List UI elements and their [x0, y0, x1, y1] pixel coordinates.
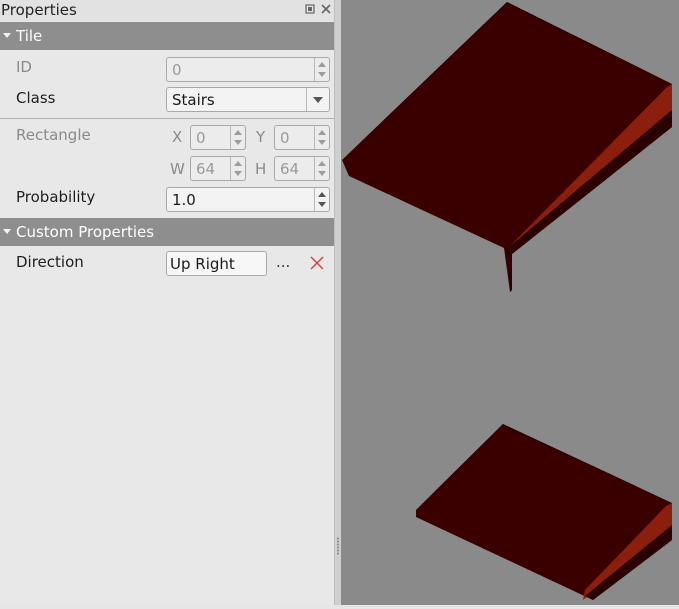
h-spinner: [314, 157, 329, 180]
tile-bottom: [416, 424, 672, 600]
id-value: 0: [172, 61, 182, 79]
more-button[interactable]: ...: [276, 253, 290, 271]
close-icon[interactable]: [320, 3, 332, 15]
x-value: 0: [196, 129, 206, 147]
divider: [0, 118, 334, 119]
direction-field[interactable]: Up Right: [166, 251, 267, 276]
chevron-down-icon: [3, 229, 11, 234]
probability-value: 1.0: [172, 191, 196, 209]
tile-group-label: Tile: [16, 27, 43, 45]
chevron-down-icon: [3, 33, 11, 38]
float-icon[interactable]: [304, 3, 316, 15]
remove-property-icon[interactable]: [309, 255, 325, 271]
h-label: H: [255, 160, 267, 178]
id-label: ID: [16, 58, 32, 76]
id-field: 0: [166, 57, 330, 82]
rectangle-label: Rectangle: [16, 126, 91, 144]
tile-group-header[interactable]: Tile: [0, 22, 334, 50]
class-combobox[interactable]: Stairs: [166, 87, 330, 112]
id-spinner: [314, 58, 329, 81]
class-label: Class: [16, 89, 56, 107]
y-field: 0: [274, 125, 330, 150]
panel-splitter[interactable]: [334, 0, 341, 605]
direction-label: Direction: [16, 253, 84, 271]
tile-top: [342, 2, 672, 292]
x-spinner: [230, 126, 245, 149]
probability-label: Probability: [16, 188, 96, 206]
class-value: Stairs: [172, 91, 215, 109]
custom-properties-header[interactable]: Custom Properties: [0, 218, 334, 246]
h-field: 64: [274, 156, 330, 181]
probability-spinner[interactable]: [314, 188, 329, 211]
w-label: W: [170, 160, 185, 178]
w-spinner: [230, 157, 245, 180]
x-label: X: [172, 128, 183, 146]
custom-properties-label: Custom Properties: [16, 223, 155, 241]
properties-panel: Properties Tile ID 0 Class Stairs Rectan…: [0, 0, 334, 605]
w-value: 64: [196, 160, 216, 178]
splitter-grip[interactable]: [337, 537, 339, 555]
tile-preview-canvas[interactable]: [341, 0, 679, 605]
x-field: 0: [190, 125, 246, 150]
y-value: 0: [280, 129, 290, 147]
y-label: Y: [256, 128, 266, 146]
tile-preview-image: [342, 2, 672, 600]
dropdown-arrow-icon[interactable]: [306, 88, 329, 111]
panel-titlebar: Properties: [0, 0, 334, 21]
y-spinner: [314, 126, 329, 149]
probability-field[interactable]: 1.0: [166, 187, 330, 212]
panel-title: Properties: [1, 1, 77, 19]
direction-value: Up Right: [170, 255, 235, 273]
w-field: 64: [190, 156, 246, 181]
h-value: 64: [280, 160, 300, 178]
